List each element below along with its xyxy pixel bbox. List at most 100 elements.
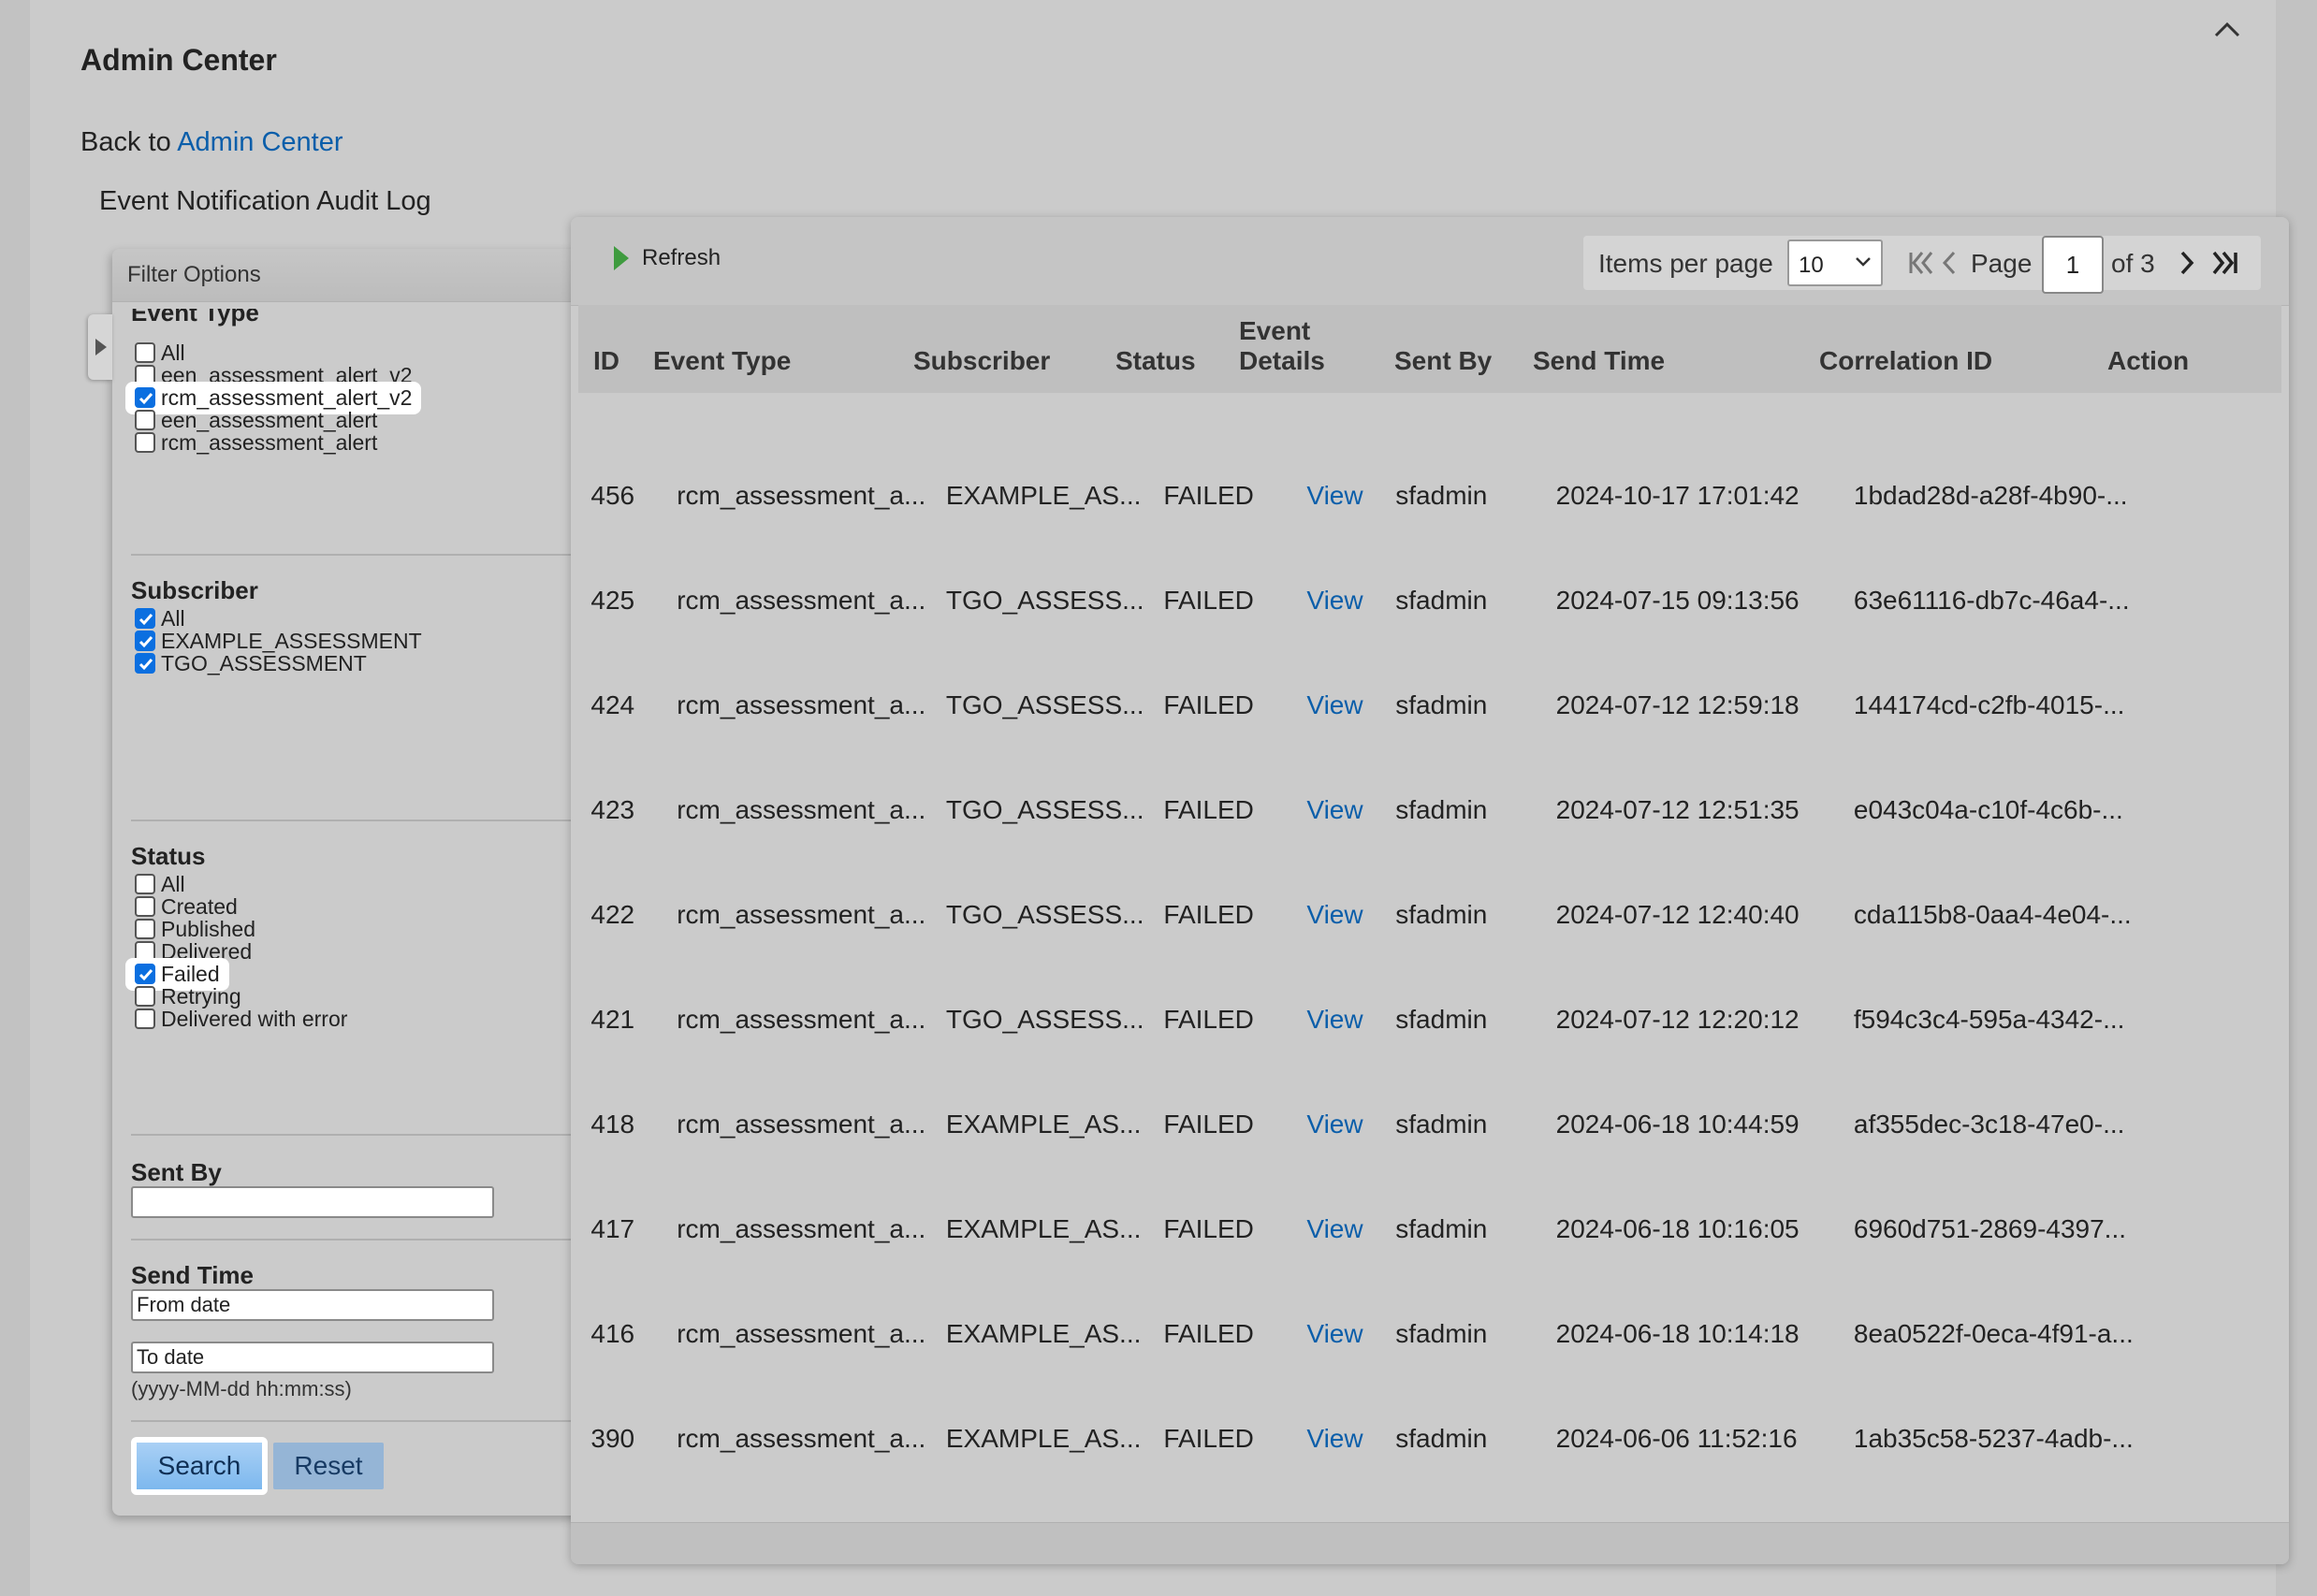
back-link-row: Back to Admin Center bbox=[80, 127, 343, 158]
page-number-input[interactable]: 1 bbox=[2042, 236, 2104, 294]
filter-header[interactable]: Filter Options bbox=[112, 249, 590, 302]
refresh-button[interactable]: Refresh bbox=[614, 245, 721, 271]
cell-event-type: rcm_assessment_a... bbox=[677, 586, 926, 615]
cell-id: 418 bbox=[590, 1110, 635, 1139]
col-status[interactable]: Status bbox=[1115, 346, 1196, 376]
table-row: 423 rcm_assessment_a... TGO_ASSESS... FAILE… bbox=[571, 758, 2289, 863]
view-link[interactable]: View bbox=[1306, 548, 1363, 653]
from-date-input[interactable]: From date bbox=[131, 1289, 494, 1321]
cell-id: 456 bbox=[590, 481, 635, 510]
checkbox-icon[interactable] bbox=[135, 432, 155, 453]
cell-status: FAILED bbox=[1163, 900, 1254, 929]
table-row: 425 rcm_assessment_a... TGO_ASSESS... FAILE… bbox=[571, 548, 2289, 653]
chevron-down-icon bbox=[1856, 257, 1871, 267]
view-link[interactable]: View bbox=[1306, 758, 1363, 863]
page-label: Page bbox=[1971, 249, 2033, 278]
back-prefix: Back to bbox=[80, 127, 171, 157]
cell-correlation-id: cda115b8-0aa4-4e04-... bbox=[1853, 900, 2132, 929]
search-button[interactable]: Search bbox=[131, 1437, 268, 1495]
checkbox-icon[interactable] bbox=[135, 896, 155, 917]
checkbox-icon[interactable] bbox=[135, 986, 155, 1007]
view-link[interactable]: View bbox=[1306, 653, 1363, 758]
checkbox-icon[interactable] bbox=[135, 342, 155, 363]
pager: Items per page 10 Page 1 of 3 bbox=[1583, 236, 2261, 294]
cell-send-time: 2024-07-15 09:13:56 bbox=[1555, 586, 1800, 615]
view-link[interactable]: View bbox=[1306, 443, 1363, 548]
table-row: 418 rcm_assessment_a... EXAMPLE_AS... FAILE… bbox=[571, 1072, 2289, 1177]
cell-send-time: 2024-06-18 10:14:18 bbox=[1555, 1319, 1800, 1348]
cell-sent-by: sfadmin bbox=[1395, 586, 1488, 615]
sent-by-title: Sent By bbox=[131, 1158, 222, 1186]
cell-event-type: rcm_assessment_a... bbox=[677, 1319, 926, 1348]
cell-sent-by: sfadmin bbox=[1395, 1110, 1488, 1139]
cell-correlation-id: 144174cd-c2fb-4015-... bbox=[1853, 690, 2125, 719]
view-link[interactable]: View bbox=[1306, 1282, 1363, 1386]
cell-sent-by: sfadmin bbox=[1395, 795, 1488, 824]
cell-subscriber: TGO_ASSESS... bbox=[945, 1005, 1144, 1034]
checkbox-icon[interactable] bbox=[135, 919, 155, 939]
cell-correlation-id: 1ab35c58-5237-4adb-... bbox=[1853, 1424, 2134, 1453]
send-time-title: Send Time bbox=[131, 1261, 255, 1289]
col-send-time[interactable]: Send Time bbox=[1533, 346, 1665, 376]
col-subscriber[interactable]: Subscriber bbox=[913, 346, 1050, 376]
cell-correlation-id: 63e61116-db7c-46a4-... bbox=[1853, 586, 2130, 615]
checkbox-icon[interactable] bbox=[135, 941, 155, 962]
reset-button[interactable]: Reset bbox=[273, 1443, 384, 1489]
to-date-input[interactable]: To date bbox=[131, 1342, 494, 1373]
cell-id: 390 bbox=[590, 1424, 635, 1453]
divider bbox=[131, 554, 591, 556]
sent-by-input[interactable] bbox=[131, 1186, 494, 1218]
subscriber-checkbox-2[interactable]: TGO_ASSESSMENT bbox=[135, 649, 367, 677]
items-per-page-label: Items per page bbox=[1598, 249, 1773, 278]
table-row: 416 rcm_assessment_a... EXAMPLE_AS... FAILE… bbox=[571, 1282, 2289, 1386]
cell-event-type: rcm_assessment_a... bbox=[677, 900, 926, 929]
col-correlation-id[interactable]: Correlation ID bbox=[1819, 346, 1992, 376]
checkbox-checked-icon[interactable] bbox=[135, 964, 155, 984]
col-sent-by[interactable]: Sent By bbox=[1394, 346, 1492, 376]
divider bbox=[131, 1420, 591, 1422]
table-header: ID Event Type Subscriber Status Event De… bbox=[578, 305, 2281, 393]
cell-send-time: 2024-06-18 10:16:05 bbox=[1555, 1214, 1800, 1243]
col-event-details-line1[interactable]: Event bbox=[1239, 316, 1310, 346]
checkbox-icon[interactable] bbox=[135, 410, 155, 430]
view-link[interactable]: View bbox=[1306, 967, 1363, 1072]
col-event-details-line2[interactable]: Details bbox=[1239, 346, 1325, 376]
cell-send-time: 2024-06-06 11:52:16 bbox=[1555, 1424, 1798, 1453]
status-checkbox-6[interactable]: Delivered with error bbox=[135, 1005, 347, 1033]
checkbox-checked-icon[interactable] bbox=[135, 653, 155, 674]
checkbox-checked-icon[interactable] bbox=[135, 631, 155, 651]
view-link[interactable]: View bbox=[1306, 1072, 1363, 1177]
col-id[interactable]: ID bbox=[593, 346, 619, 376]
cell-subscriber: TGO_ASSESS... bbox=[945, 690, 1144, 719]
items-per-page-select[interactable]: 10 bbox=[1787, 239, 1883, 286]
checkbox-icon[interactable] bbox=[135, 365, 155, 385]
cell-sent-by: sfadmin bbox=[1395, 690, 1488, 719]
col-event-type[interactable]: Event Type bbox=[653, 346, 791, 376]
view-link[interactable]: View bbox=[1306, 1386, 1363, 1491]
cell-id: 422 bbox=[590, 900, 635, 929]
filter-panel: Filter Options Event Type All een_assessm… bbox=[112, 249, 591, 1516]
event-type-checkbox-4[interactable]: rcm_assessment_alert bbox=[135, 428, 377, 457]
cell-status: FAILED bbox=[1163, 690, 1254, 719]
cell-status: FAILED bbox=[1163, 1424, 1254, 1453]
first-page-icon[interactable] bbox=[1907, 249, 1935, 277]
cell-event-type: rcm_assessment_a... bbox=[677, 1424, 926, 1453]
col-action[interactable]: Action bbox=[2107, 346, 2189, 376]
checkbox-checked-icon[interactable] bbox=[135, 608, 155, 629]
table-row: 421 rcm_assessment_a... TGO_ASSESS... FAILE… bbox=[571, 967, 2289, 1072]
cell-send-time: 2024-07-12 12:59:18 bbox=[1555, 690, 1800, 719]
last-page-icon[interactable] bbox=[2210, 249, 2240, 277]
admin-center-link[interactable]: Admin Center bbox=[177, 127, 342, 157]
cell-sent-by: sfadmin bbox=[1395, 1319, 1488, 1348]
view-link[interactable]: View bbox=[1306, 1177, 1363, 1282]
chevron-up-icon[interactable] bbox=[2208, 15, 2246, 43]
checkbox-icon[interactable] bbox=[135, 1008, 155, 1029]
page-subtitle: Event Notification Audit Log bbox=[99, 186, 431, 216]
page-count-label: of 3 bbox=[2111, 249, 2155, 278]
prev-page-icon[interactable] bbox=[1939, 249, 1960, 277]
view-link[interactable]: View bbox=[1306, 863, 1363, 967]
checkbox-icon[interactable] bbox=[135, 874, 155, 894]
filter-expand-toggle[interactable] bbox=[88, 314, 112, 380]
next-page-icon[interactable] bbox=[2177, 249, 2197, 277]
checkbox-checked-icon[interactable] bbox=[135, 387, 155, 408]
